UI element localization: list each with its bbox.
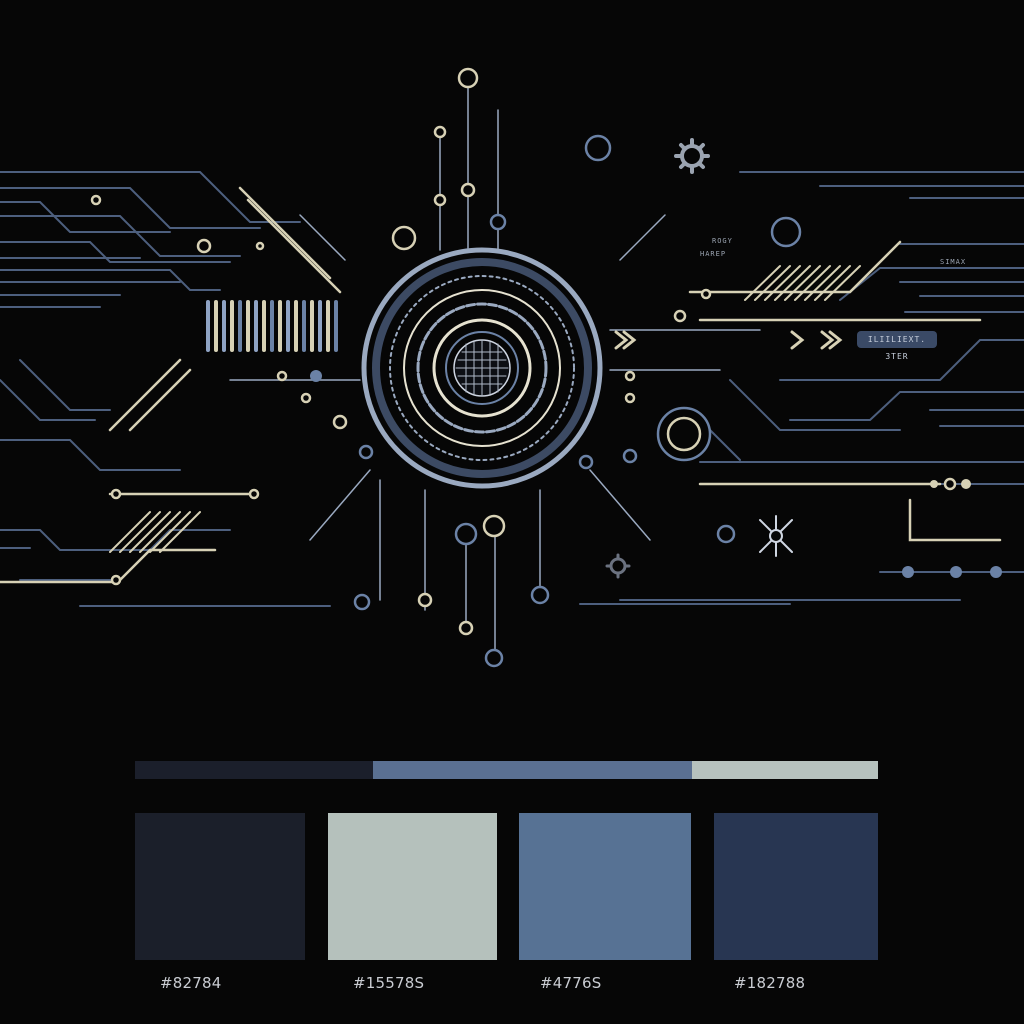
readout-top-right: ROGY — [712, 237, 733, 245]
circuit-board-illustration — [0, 67, 1024, 668]
swatch-2-label: #15578S — [353, 974, 425, 992]
blue-node-circles — [353, 134, 802, 668]
swatch-3 — [519, 813, 691, 960]
swatch-1-label: #82784 — [160, 974, 222, 992]
swatch-1 — [135, 813, 305, 960]
swatch-2 — [328, 813, 497, 960]
core-circle — [361, 247, 603, 489]
artwork-canvas: ROGY HAREP SIMAX ILIILIEXT. 3TER #82784 … — [0, 0, 1024, 1024]
star-node-cluster — [759, 515, 793, 557]
small-gear-icon — [605, 553, 631, 579]
node-circles — [90, 67, 957, 636]
readout-mid-right: HAREP — [700, 250, 727, 258]
readout-far-right: SIMAX — [940, 258, 967, 266]
left-circuit-traces — [0, 171, 331, 607]
readout-pill: ILIILIEXT. 3TER — [857, 331, 937, 361]
gear-icon — [674, 138, 710, 174]
filled-dots — [310, 370, 1002, 578]
palette-strip-segment — [373, 761, 692, 779]
swatch-4 — [714, 813, 878, 960]
bar-graph-left — [206, 300, 338, 352]
swatch-4-label: #182788 — [734, 974, 806, 992]
palette-strip-segment — [135, 761, 373, 779]
chevron-arrows — [614, 330, 843, 350]
palette-strip-segment — [692, 761, 878, 779]
swatch-3-label: #4776S — [540, 974, 602, 992]
